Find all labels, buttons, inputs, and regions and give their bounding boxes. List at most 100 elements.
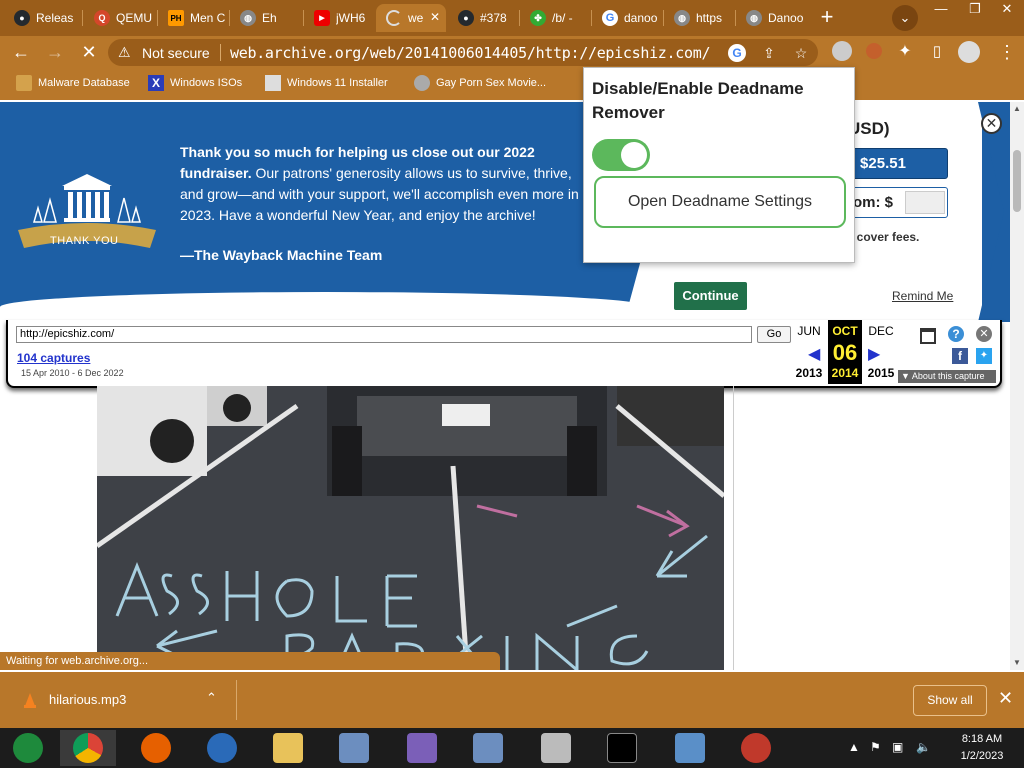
google-lens-icon[interactable]: G [728, 44, 746, 62]
tab-danoo[interactable]: ◍ Danoo [736, 4, 806, 32]
about-capture-dropdown[interactable]: ▼ About this capture [898, 370, 996, 383]
about-capture-label: About this capture [911, 371, 985, 381]
program-taskbar-icon[interactable] [528, 730, 584, 766]
network-icon[interactable]: ▣ [892, 740, 903, 754]
prev-month-label[interactable]: JUN [792, 324, 826, 338]
loading-icon [386, 10, 402, 26]
cover-fees-label: o cover fees. [846, 230, 920, 244]
popup-title: Disable/Enable Deadname Remover [592, 79, 804, 122]
clover-icon: ✤ [530, 10, 546, 26]
volume-icon[interactable]: 🔈 [916, 740, 931, 754]
facebook-icon[interactable]: f [952, 348, 968, 364]
globe-icon [414, 75, 430, 91]
show-all-button[interactable]: Show all [913, 685, 987, 716]
clock[interactable]: 8:18 AM 1/2/2023 [946, 731, 1018, 765]
tab-label: https [696, 11, 723, 25]
messenger-taskbar-icon[interactable] [394, 730, 450, 766]
tab-youtube[interactable]: ▶ jWH6 [304, 4, 376, 32]
enable-toggle[interactable] [592, 139, 650, 171]
url-text[interactable]: web.archive.org/web/20141006014405/http:… [230, 44, 711, 62]
next-year-label[interactable]: 2015 [864, 366, 898, 380]
flag-icon[interactable]: ⚑ [870, 740, 881, 754]
tab-qemu[interactable]: Q QEMU [84, 4, 156, 32]
bookmark-windows-isos[interactable]: X Windows ISOs [148, 75, 242, 91]
not-secure-label[interactable]: Not secure [142, 45, 210, 61]
tab-https[interactable]: ◍ https [664, 4, 734, 32]
custom-amount-label: om: $ [853, 194, 894, 211]
scroll-up-arrow-icon[interactable]: ▲ [1013, 104, 1021, 113]
help-icon[interactable]: ? [948, 326, 964, 342]
tab-eh[interactable]: ◍ Eh [230, 4, 302, 32]
remind-me-link[interactable]: Remind Me [892, 289, 953, 303]
chrome-taskbar-icon[interactable] [60, 730, 116, 766]
profile-avatar[interactable] [958, 41, 980, 63]
next-month-label[interactable]: DEC [864, 324, 898, 338]
custom-amount-input[interactable] [905, 191, 945, 214]
network-setup-taskbar-icon[interactable] [326, 730, 382, 766]
network-wizard-taskbar-icon[interactable] [460, 730, 516, 766]
firefox-taskbar-icon[interactable] [128, 730, 184, 766]
obama-taskbar-icon[interactable] [194, 730, 250, 766]
minimize-button[interactable]: — [924, 0, 958, 20]
open-settings-button[interactable]: Open Deadname Settings [594, 176, 846, 228]
youtube-icon: ▶ [314, 10, 330, 26]
qemu-icon: Q [94, 10, 110, 26]
menu-kebab-icon[interactable]: ⋮ [994, 40, 1020, 66]
wayback-url-input[interactable]: http://epicshiz.com/ [16, 326, 752, 343]
banner-signature: —The Wayback Machine Team [180, 247, 383, 263]
bookmark-star-icon[interactable]: ☆ [792, 44, 810, 62]
deadname-extension-icon[interactable] [832, 41, 852, 61]
start-button[interactable] [0, 730, 56, 766]
photos-taskbar-icon[interactable] [662, 730, 718, 766]
close-wayback-icon[interactable]: ✕ [976, 326, 992, 342]
tab-github-378[interactable]: ● #378 [448, 4, 518, 32]
stop-loading-button[interactable]: ✕ [76, 40, 102, 66]
twitter-icon[interactable]: ✦ [976, 348, 992, 364]
go-button[interactable]: Go [757, 326, 791, 343]
extensions-puzzle-icon[interactable]: ✦ [892, 40, 918, 66]
command-prompt-taskbar-icon[interactable] [594, 730, 650, 766]
file-explorer-taskbar-icon[interactable] [260, 730, 316, 766]
bookmark-malware-database[interactable]: Malware Database [16, 75, 130, 91]
scrollbar-thumb[interactable] [1013, 150, 1021, 212]
tab-4chan[interactable]: ✤ /b/ - [520, 4, 590, 32]
next-capture-arrow-icon[interactable]: ▶ [868, 344, 880, 364]
tray-expand-icon[interactable]: ▲ [848, 740, 860, 754]
tab-google-danoo[interactable]: G danoo [592, 4, 662, 32]
continue-button[interactable]: Continue [674, 282, 747, 310]
vlc-file-icon [24, 693, 36, 708]
restore-button[interactable]: ❐ [958, 0, 992, 20]
tab-search-chevron-icon[interactable]: ⌄ [892, 5, 918, 31]
avatar-extension-icon[interactable] [866, 43, 882, 59]
tab-label: Men C [190, 11, 226, 25]
bookmarks-bar: Malware Database X Windows ISOs Windows … [0, 68, 1024, 100]
close-window-button[interactable]: ✕ [990, 0, 1024, 20]
close-banner-icon[interactable]: ✕ [981, 113, 1002, 134]
side-panel-icon[interactable]: ▯ [924, 40, 950, 66]
scroll-down-arrow-icon[interactable]: ▼ [1013, 658, 1021, 667]
tab-men[interactable]: PH Men C [158, 4, 228, 32]
download-options-chevron-icon[interactable]: ⌃ [206, 690, 217, 706]
close-shelf-icon[interactable]: ✕ [998, 688, 1013, 709]
calendar-icon[interactable] [920, 328, 936, 344]
tab-releases[interactable]: ● Releas [4, 4, 80, 32]
captures-link[interactable]: 104 captures [17, 351, 90, 365]
banner-message: Thank you so much for helping us close o… [180, 142, 580, 226]
tab-active-web-archive[interactable]: we ✕ [376, 4, 446, 32]
prev-capture-arrow-icon[interactable]: ◀ [808, 344, 820, 364]
back-button[interactable]: ← [8, 40, 34, 66]
download-filename[interactable]: hilarious.mp3 [49, 692, 126, 707]
close-icon[interactable]: ✕ [430, 10, 440, 24]
bookmark-label: Windows 11 Installer [287, 77, 388, 89]
download-shelf: hilarious.mp3 ⌃ Show all ✕ [0, 672, 1024, 728]
current-capture-date: OCT 06 2014 [828, 320, 862, 384]
page-scrollbar[interactable]: ▲ ▼ [1010, 102, 1024, 670]
address-bar[interactable]: ⚠ Not secure web.archive.org/web/2014100… [108, 39, 818, 66]
new-tab-button[interactable]: + [814, 5, 840, 31]
app-taskbar-icon[interactable] [728, 730, 784, 766]
bookmark-windows-11-installer[interactable]: Windows 11 Installer [265, 75, 388, 91]
prev-year-label[interactable]: 2013 [792, 366, 826, 380]
bookmark-globe[interactable]: Gay Porn Sex Movie... [414, 75, 546, 91]
forward-button[interactable]: → [42, 40, 68, 66]
share-icon[interactable]: ⇪ [760, 44, 778, 62]
